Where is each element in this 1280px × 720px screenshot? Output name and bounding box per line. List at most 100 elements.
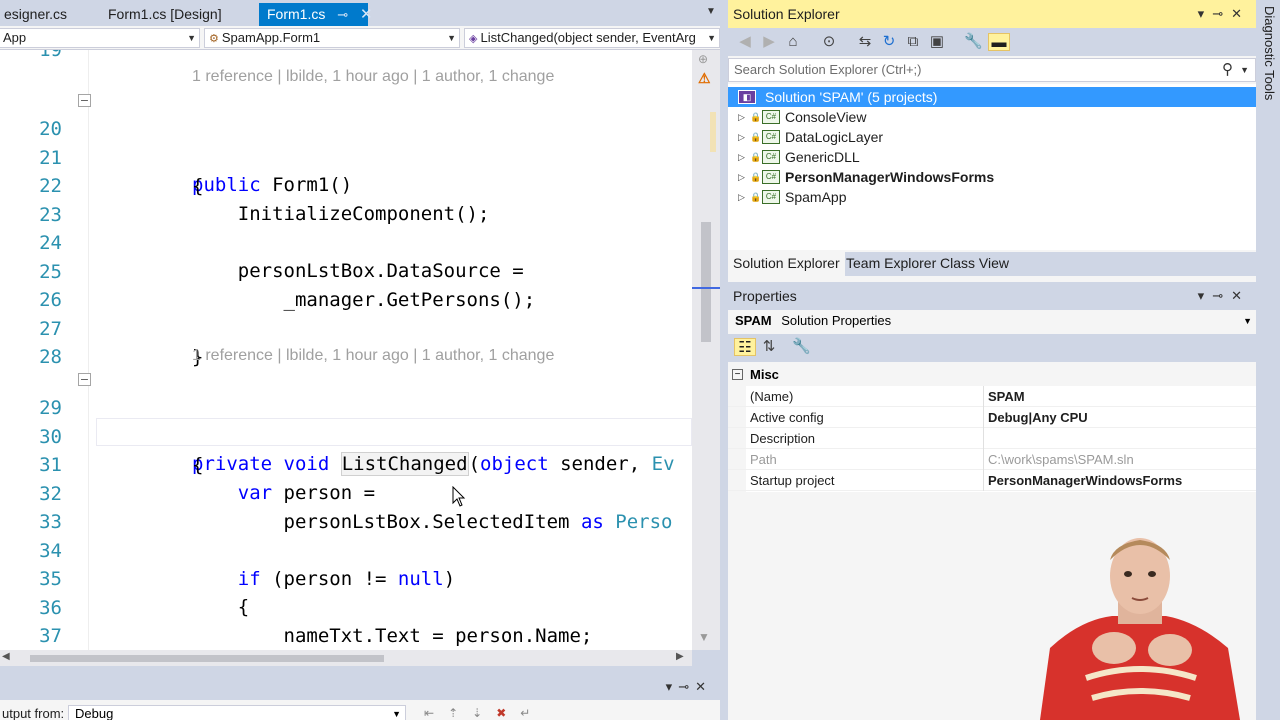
editor-tab-strip: esigner.cs Form1.cs [Design] Form1.cs ⊸ … xyxy=(0,0,720,26)
chevron-down-icon[interactable]: ▾ xyxy=(1198,6,1213,21)
properties-wrench-icon[interactable]: 🔧 xyxy=(964,33,983,51)
preview-selected-icon[interactable]: ▬ xyxy=(988,33,1010,51)
split-icon[interactable]: ⊕ xyxy=(698,52,708,66)
chevron-down-icon[interactable]: ▼ xyxy=(1240,59,1249,81)
close-icon[interactable]: ✕ xyxy=(360,4,373,26)
find-icon[interactable]: ⇤ xyxy=(424,706,448,720)
refresh-icon[interactable]: ↻ xyxy=(880,33,898,51)
property-row[interactable]: Path C:\work\spams\SPAM.sln xyxy=(728,449,1256,470)
tree-node-solution[interactable]: ◧ Solution 'SPAM' (5 projects) xyxy=(728,87,1256,107)
output-panel-header: ▾⊸✕ xyxy=(0,676,720,700)
tree-node-project[interactable]: ▷ 🔒 C# SpamApp xyxy=(728,187,1256,207)
property-name: Active config xyxy=(750,407,984,428)
tree-node-project[interactable]: ▷ 🔒 C# ConsoleView xyxy=(728,107,1256,127)
chevron-down-icon[interactable]: ▾ xyxy=(1198,288,1213,303)
csharp-project-icon: C# xyxy=(762,130,780,144)
property-row[interactable]: Active config Debug|Any CPU xyxy=(728,407,1256,428)
output-source-dropdown[interactable]: Debug ▼ xyxy=(68,705,406,720)
back-icon[interactable]: ◀ xyxy=(736,33,754,51)
tab-solution-explorer[interactable]: Solution Explorer xyxy=(728,252,845,276)
collapse-icon[interactable]: − xyxy=(732,369,743,380)
prev-icon[interactable]: ⇡ xyxy=(448,706,472,720)
search-icon[interactable]: ⚲ xyxy=(1222,59,1233,81)
chevron-down-icon[interactable]: ▼ xyxy=(706,6,716,17)
chevron-down-icon[interactable]: ▾ xyxy=(666,679,679,694)
property-category[interactable]: − Misc xyxy=(728,364,1256,386)
collapse-icon[interactable]: − xyxy=(78,373,91,386)
tab-team-explorer[interactable]: Team Explorer xyxy=(841,252,941,276)
pin-icon[interactable]: ⊸ xyxy=(1212,6,1231,21)
code-line: 21 { xyxy=(0,116,692,197)
code-lens[interactable]: 1 reference | lbilde, 1 hour ago | 1 aut… xyxy=(192,347,554,365)
sync-icon[interactable]: ⇆ xyxy=(856,33,874,51)
code-lens[interactable]: 1 reference | lbilde, 1 hour ago | 1 aut… xyxy=(192,68,554,86)
forward-icon[interactable]: ▶ xyxy=(760,33,778,51)
chevron-down-icon: ▼ xyxy=(392,709,401,719)
property-row[interactable]: Description xyxy=(728,428,1256,449)
diagnostic-tools-side-tab[interactable]: Diagnostic Tools xyxy=(1258,0,1280,720)
warning-icon[interactable]: ⚠ xyxy=(698,70,711,87)
solution-search-input[interactable]: Search Solution Explorer (Ctrl+;) ⚲ ▼ xyxy=(728,58,1256,82)
pin-icon[interactable]: ⊸ xyxy=(678,679,695,694)
tree-node-project[interactable]: ▷ 🔒 C# PersonManagerWindowsForms xyxy=(728,167,1256,187)
show-all-files-icon[interactable]: ▣ xyxy=(928,33,946,51)
code-editor[interactable]: 19 1 reference | lbilde, 1 hour ago | 1 … xyxy=(0,50,692,650)
code-line: 29 − private void ListChanged(object sen… xyxy=(0,366,692,476)
lock-icon: 🔒 xyxy=(750,172,762,182)
expand-icon[interactable]: ▷ xyxy=(738,107,745,127)
editor-horizontal-scrollbar[interactable]: ◀ ▶ xyxy=(0,650,692,666)
scrollbar-thumb[interactable] xyxy=(701,222,711,342)
scrollbar-thumb[interactable] xyxy=(30,655,384,662)
project-dropdown[interactable]: App ▼ xyxy=(0,28,200,48)
categorized-icon[interactable]: ☷ xyxy=(734,338,756,356)
csharp-project-icon: C# xyxy=(762,110,780,124)
pending-changes-icon[interactable]: ⊙ xyxy=(820,33,838,51)
next-icon[interactable]: ⇣ xyxy=(472,706,496,720)
member-dropdown[interactable]: ◈ ListChanged(object sender, EventArg ▼ xyxy=(464,28,720,48)
navigation-bar: App ▼ ⚙ SpamApp.Form1 ▼ ◈ ListChanged(obje… xyxy=(0,26,720,50)
property-value[interactable]: Debug|Any CPU xyxy=(988,407,1088,428)
tab-designer-cs[interactable]: esigner.cs xyxy=(0,3,75,26)
property-name: Description xyxy=(750,428,984,449)
code-line: 25 _manager.GetPersons(); xyxy=(0,230,692,311)
property-row[interactable]: Startup project PersonManagerWindowsForm… xyxy=(728,470,1256,491)
tab-class-view[interactable]: Class View xyxy=(935,252,1014,276)
property-pages-icon[interactable]: 🔧 xyxy=(792,338,811,356)
tab-form1-design[interactable]: Form1.cs [Design] xyxy=(100,3,230,26)
pin-icon[interactable]: ⊸ xyxy=(1212,288,1231,303)
tree-node-project[interactable]: ▷ 🔒 C# GenericDLL xyxy=(728,147,1256,167)
word-wrap-icon[interactable]: ↵ xyxy=(520,706,544,720)
pin-icon[interactable]: ⊸ xyxy=(337,4,348,26)
editor-vertical-scrollbar[interactable]: ⊕ ⚠ ▼ xyxy=(692,50,720,650)
close-icon[interactable]: ✕ xyxy=(1231,288,1250,303)
class-dropdown-value: SpamApp.Form1 xyxy=(221,30,321,45)
project-dropdown-value: App xyxy=(3,30,27,45)
expand-icon[interactable]: ▷ xyxy=(738,167,745,187)
close-icon[interactable]: ✕ xyxy=(695,679,712,694)
expand-icon[interactable]: ▷ xyxy=(738,127,745,147)
property-row[interactable]: (Name) SPAM xyxy=(728,386,1256,407)
scroll-right-icon[interactable]: ▶ xyxy=(676,651,684,662)
properties-object-selector[interactable]: SPAM Solution Properties ▼ xyxy=(728,310,1256,332)
change-marker xyxy=(710,112,716,152)
property-value[interactable]: SPAM xyxy=(988,386,1025,407)
property-value[interactable]: PersonManagerWindowsForms xyxy=(988,470,1182,491)
output-source-value: Debug xyxy=(75,706,114,720)
tree-node-project[interactable]: ▷ 🔒 C# DataLogicLayer xyxy=(728,127,1256,147)
tree-node-label: Solution 'SPAM' (5 projects) xyxy=(765,89,938,105)
tree-node-label: ConsoleView xyxy=(785,109,867,125)
home-icon[interactable]: ⌂ xyxy=(784,33,802,51)
scroll-left-icon[interactable]: ◀ xyxy=(2,651,10,662)
tab-form1-cs[interactable]: Form1.cs ⊸ ✕ xyxy=(259,3,373,26)
expand-icon[interactable]: ▷ xyxy=(738,187,745,207)
collapse-all-icon[interactable]: ⧉ xyxy=(904,33,922,51)
scroll-down-icon[interactable]: ▼ xyxy=(698,630,710,644)
close-icon[interactable]: ✕ xyxy=(1231,6,1250,21)
solution-tree: ◧ Solution 'SPAM' (5 projects) ▷ 🔒 C# Con… xyxy=(728,84,1256,250)
class-dropdown[interactable]: ⚙ SpamApp.Form1 ▼ xyxy=(204,28,460,48)
alphabetical-icon[interactable]: ⇅ xyxy=(760,338,778,356)
properties-toolbar: ☷ ⇅ 🔧 xyxy=(728,334,1256,362)
collapse-icon[interactable]: − xyxy=(78,94,91,107)
expand-icon[interactable]: ▷ xyxy=(738,147,745,167)
clear-all-icon[interactable]: ✖ xyxy=(496,706,520,720)
